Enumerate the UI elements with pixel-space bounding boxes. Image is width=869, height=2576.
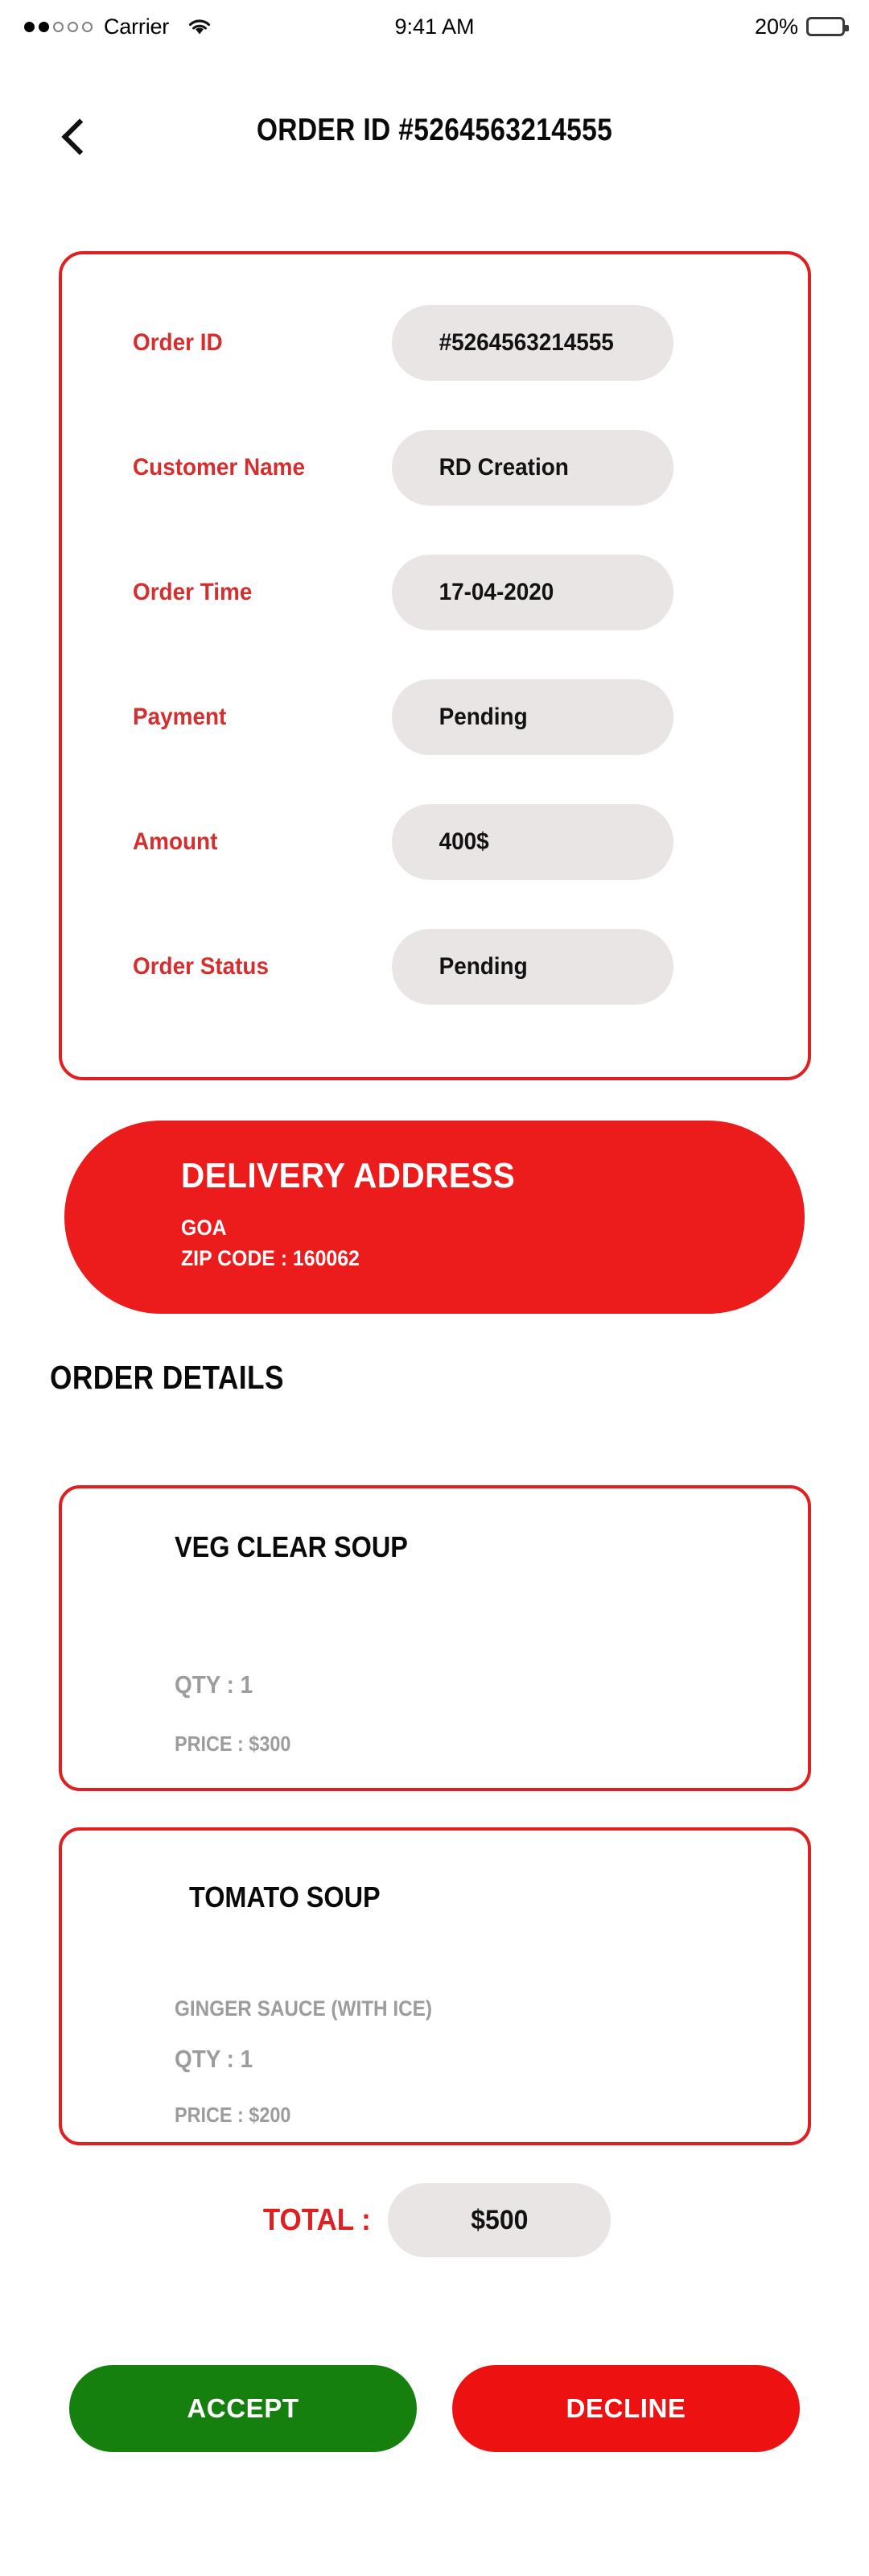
info-value: RD Creation bbox=[439, 454, 569, 481]
total-value: $500 bbox=[471, 2204, 529, 2235]
info-row-order-id: Order ID #5264563214555 bbox=[62, 303, 808, 383]
order-info-card: Order ID #5264563214555 Customer Name RD… bbox=[59, 251, 811, 1080]
accept-button[interactable]: ACCEPT bbox=[69, 2365, 417, 2452]
info-label: Payment bbox=[133, 704, 227, 730]
signal-dot bbox=[53, 21, 64, 32]
order-item-qty: QTY : 1 bbox=[175, 1670, 253, 1699]
page-title: ORDER ID #5264563214555 bbox=[256, 113, 613, 147]
info-value-pill: Pending bbox=[392, 679, 673, 755]
order-details-heading: ORDER DETAILS bbox=[50, 1359, 284, 1396]
signal-dot bbox=[39, 21, 49, 32]
delivery-address-city: GOA bbox=[181, 1216, 227, 1240]
signal-strength-icon bbox=[24, 21, 93, 32]
info-label: Order ID bbox=[133, 329, 223, 356]
signal-dot bbox=[68, 21, 78, 32]
carrier-label: Carrier bbox=[104, 14, 170, 39]
info-row-amount: Amount 400$ bbox=[62, 802, 808, 882]
delivery-address-title: DELIVERY ADDRESS bbox=[181, 1156, 516, 1195]
info-label: Order Time bbox=[133, 579, 253, 605]
info-value-pill: #5264563214555 bbox=[392, 305, 673, 381]
order-total-row: TOTAL : $500 bbox=[0, 2183, 869, 2257]
info-label: Customer Name bbox=[133, 454, 305, 481]
total-label: TOTAL : bbox=[262, 2202, 371, 2237]
delivery-address-zip: ZIP CODE : 160062 bbox=[181, 1246, 360, 1270]
info-label: Order Status bbox=[133, 953, 269, 980]
delivery-address-banner: DELIVERY ADDRESS GOA ZIP CODE : 160062 bbox=[64, 1121, 805, 1314]
info-value-pill: RD Creation bbox=[392, 430, 673, 506]
info-value-pill: 400$ bbox=[392, 804, 673, 880]
info-row-order-status: Order Status Pending bbox=[62, 927, 808, 1007]
info-row-order-time: Order Time 17-04-2020 bbox=[62, 552, 808, 633]
order-item-name: TOMATO SOUP bbox=[189, 1880, 381, 1913]
status-bar-right: 20% bbox=[754, 14, 849, 39]
decline-button[interactable]: DECLINE bbox=[452, 2365, 800, 2452]
wifi-icon bbox=[187, 17, 212, 36]
info-label: Amount bbox=[133, 828, 218, 855]
order-item-price: PRICE : $200 bbox=[175, 2103, 291, 2127]
order-item-name: VEG CLEAR SOUP bbox=[175, 1530, 408, 1563]
order-item-price: PRICE : $300 bbox=[175, 1732, 291, 1756]
info-value: Pending bbox=[439, 704, 528, 730]
info-value-pill: 17-04-2020 bbox=[392, 555, 673, 630]
order-item-card[interactable]: TOMATO SOUP GINGER SAUCE (WITH ICE) QTY … bbox=[59, 1827, 811, 2145]
order-item-card[interactable]: VEG CLEAR SOUP QTY : 1 PRICE : $300 bbox=[59, 1485, 811, 1791]
order-item-note: GINGER SAUCE (WITH ICE) bbox=[175, 1996, 432, 2021]
order-item-qty: QTY : 1 bbox=[175, 2045, 253, 2073]
info-value: Pending bbox=[439, 953, 528, 980]
battery-icon bbox=[806, 17, 849, 36]
info-value: 17-04-2020 bbox=[439, 579, 554, 605]
status-bar-left: Carrier bbox=[24, 14, 212, 39]
total-value-pill: $500 bbox=[388, 2183, 612, 2257]
status-bar: Carrier 9:41 AM 20% bbox=[0, 0, 869, 53]
app-header: ORDER ID #5264563214555 bbox=[0, 97, 869, 185]
info-value: #5264563214555 bbox=[439, 329, 614, 356]
action-button-bar: ACCEPT DECLINE bbox=[0, 2365, 869, 2452]
info-value-pill: Pending bbox=[392, 929, 673, 1005]
info-row-payment: Payment Pending bbox=[62, 677, 808, 758]
battery-percent-label: 20% bbox=[754, 14, 798, 39]
info-row-customer-name: Customer Name RD Creation bbox=[62, 427, 808, 508]
signal-dot bbox=[24, 21, 35, 32]
signal-dot bbox=[82, 21, 93, 32]
info-value: 400$ bbox=[439, 828, 489, 855]
